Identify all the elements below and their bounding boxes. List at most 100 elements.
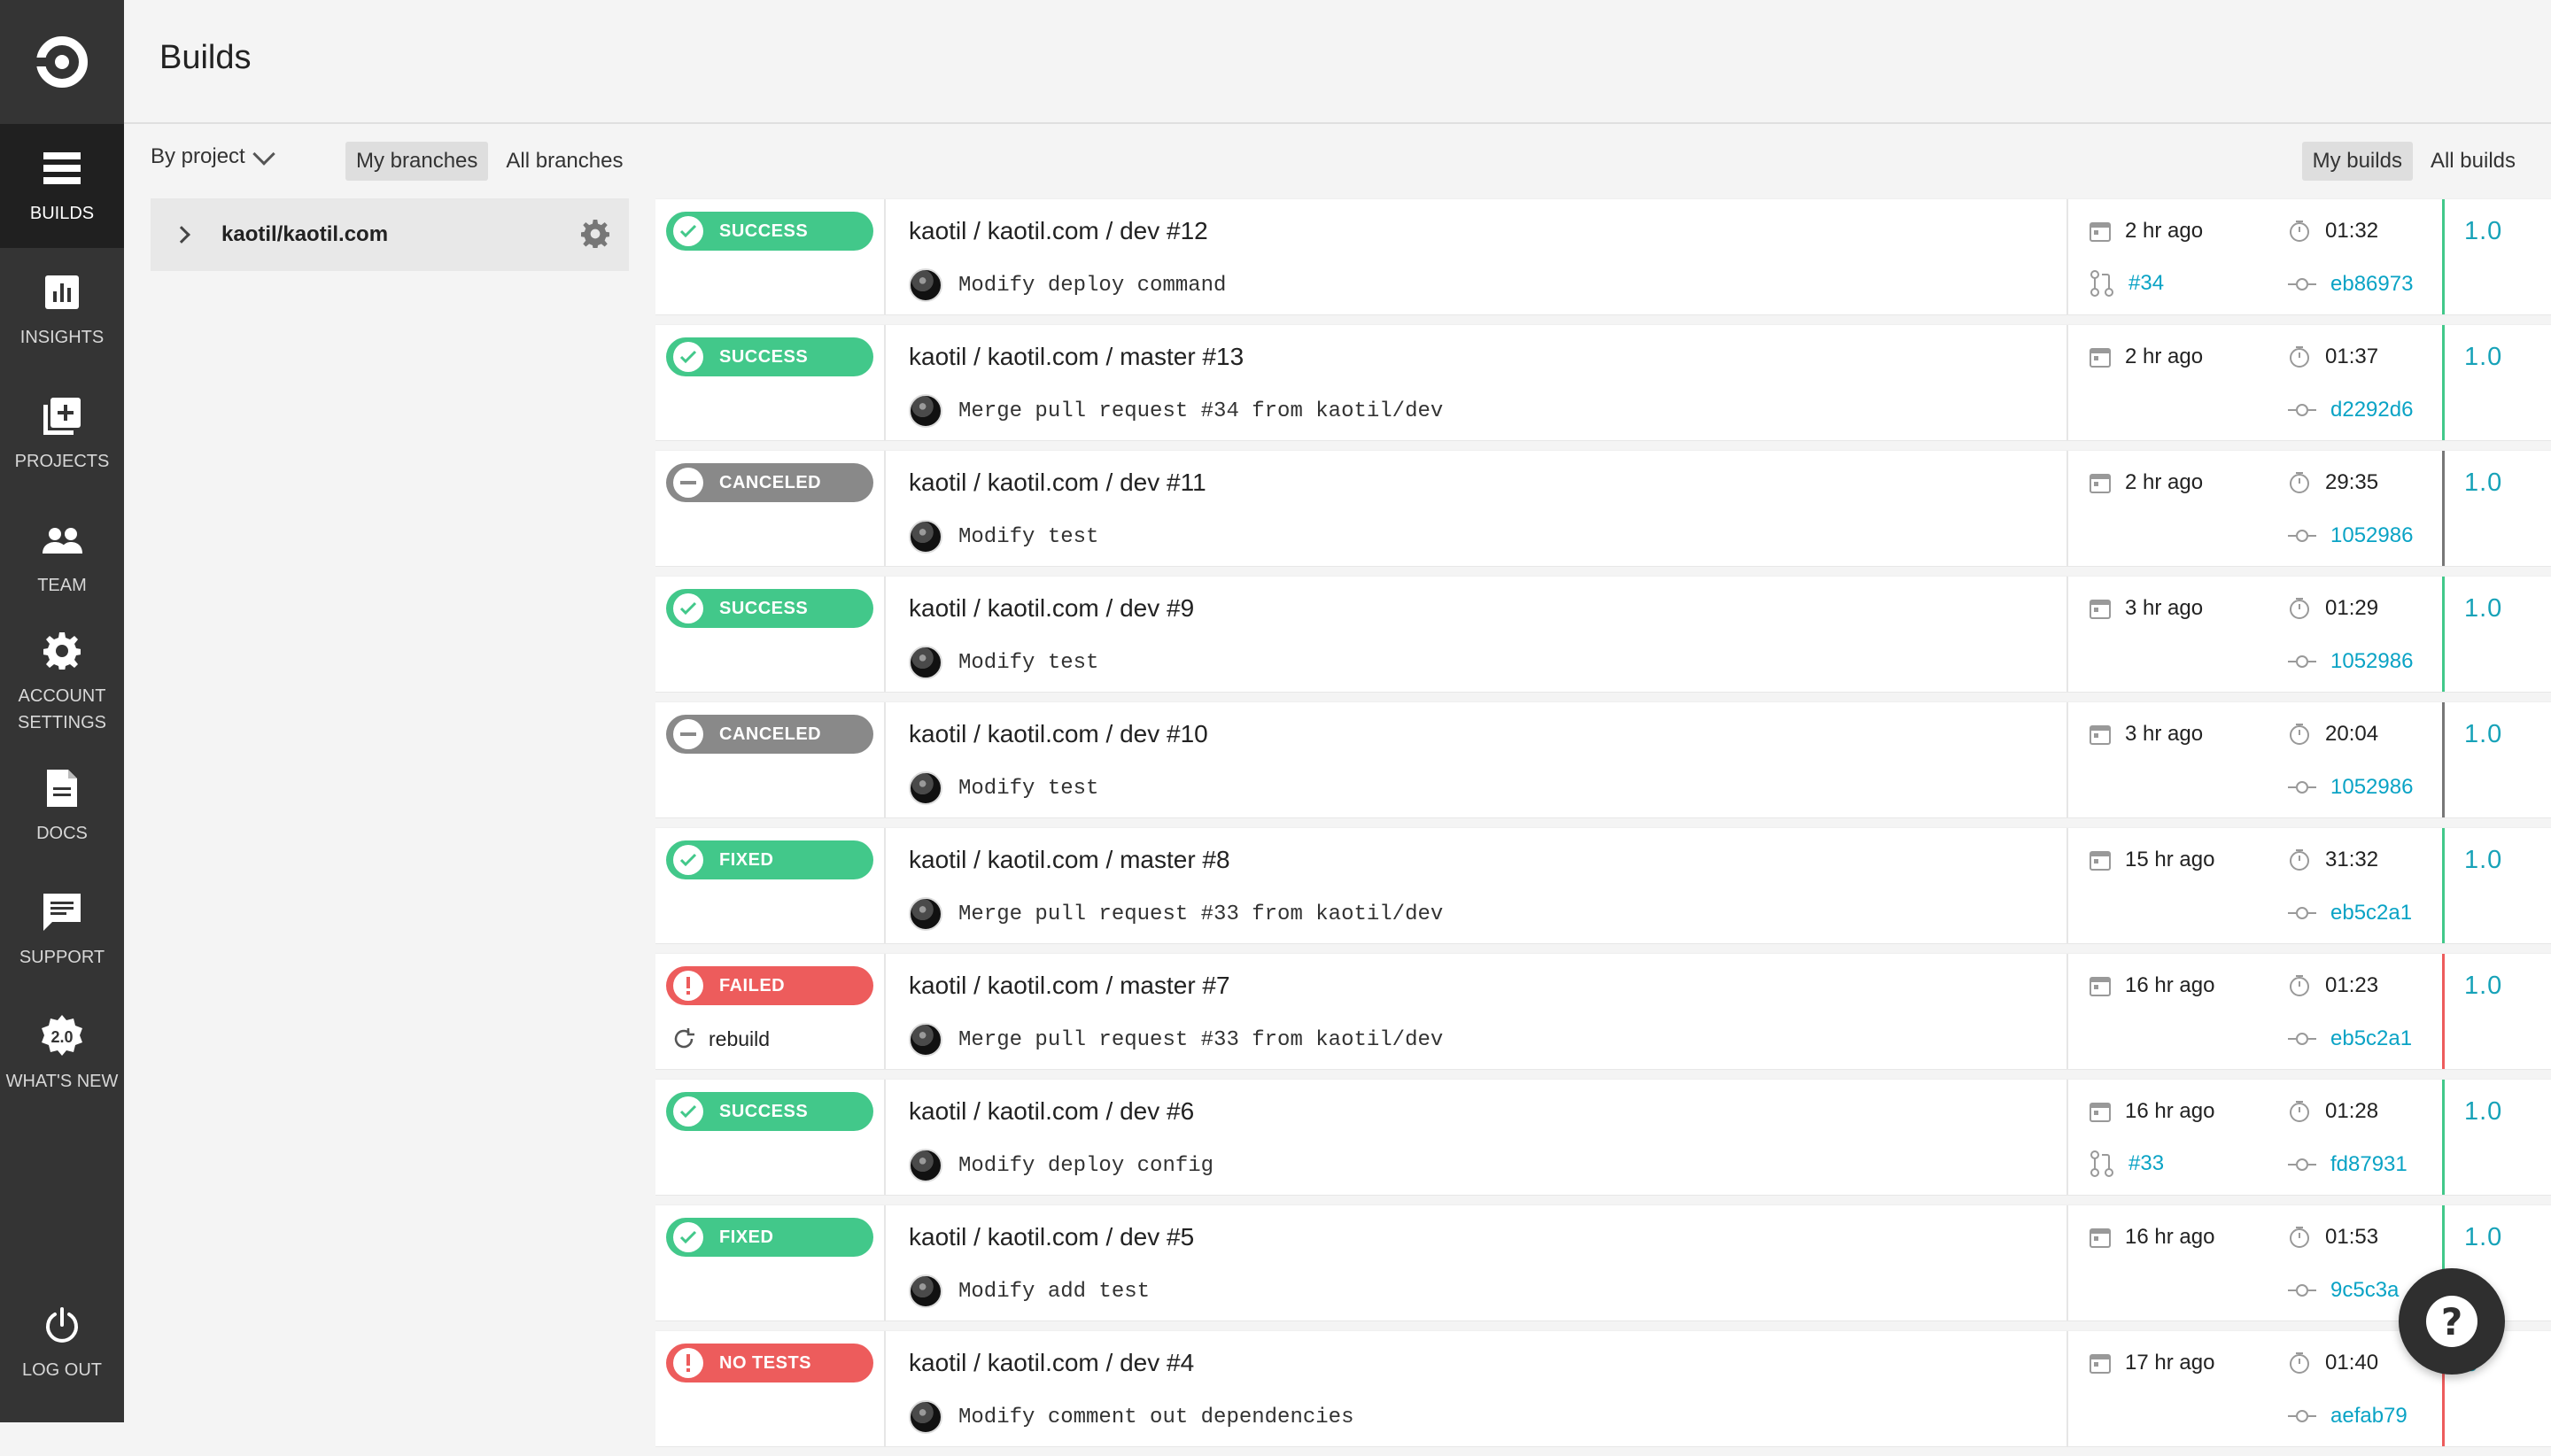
- team-icon: [42, 517, 82, 563]
- version-column: 1.0: [2445, 451, 2551, 566]
- nav-builds[interactable]: BUILDS: [0, 124, 124, 248]
- commit-message: Modify deploy command: [958, 273, 1227, 298]
- commit-link[interactable]: 1052986: [2330, 649, 2413, 674]
- calendar-icon: [2090, 221, 2111, 242]
- commit-line: Modify deploy command: [909, 268, 1226, 302]
- calendar-icon: [2090, 598, 2111, 619]
- version-column: 1.0: [2445, 199, 2551, 314]
- status-badge[interactable]: CANCELED: [666, 715, 873, 754]
- my-branches-tab[interactable]: My branches: [345, 142, 489, 181]
- status-badge[interactable]: FAILED: [666, 966, 873, 1005]
- circleci-logo-icon: [36, 36, 88, 88]
- version-label: 1.0: [2464, 846, 2503, 874]
- build-main: kaotil / kaotil.com / dev #6 Modify depl…: [886, 1080, 2068, 1195]
- duration-value: 01:28: [2325, 1099, 2379, 1123]
- build-row[interactable]: FIXED kaotil / kaotil.com / master #8 Me…: [655, 827, 2551, 944]
- nav-logout[interactable]: LOG OUT: [0, 1281, 124, 1405]
- commit-link[interactable]: eb5c2a1: [2330, 1026, 2412, 1051]
- build-title-link[interactable]: kaotil / kaotil.com / dev #9: [909, 594, 1194, 623]
- commit-link[interactable]: d2292d6: [2330, 398, 2413, 422]
- build-row[interactable]: CANCELED kaotil / kaotil.com / dev #11 M…: [655, 450, 2551, 567]
- build-title-link[interactable]: kaotil / kaotil.com / master #13: [909, 343, 1244, 371]
- filter-bar: By project My branches All branches My b…: [124, 124, 2551, 197]
- build-row[interactable]: SUCCESS kaotil / kaotil.com / dev #12 Mo…: [655, 198, 2551, 315]
- circleci-logo[interactable]: [0, 0, 124, 124]
- commit-link[interactable]: fd87931: [2330, 1152, 2408, 1177]
- nav-support[interactable]: SUPPORT: [0, 868, 124, 992]
- commit-link[interactable]: eb5c2a1: [2330, 901, 2412, 925]
- build-main: kaotil / kaotil.com / master #7 Merge pu…: [886, 954, 2068, 1069]
- commit-link[interactable]: aefab79: [2330, 1404, 2408, 1429]
- build-row[interactable]: SUCCESS kaotil / kaotil.com / dev #6 Mod…: [655, 1079, 2551, 1196]
- build-title-link[interactable]: kaotil / kaotil.com / dev #5: [909, 1223, 1194, 1251]
- duration-value: 01:32: [2325, 219, 2379, 243]
- time-value: 3 hr ago: [2125, 722, 2204, 746]
- project-settings-icon[interactable]: [581, 220, 609, 248]
- all-branches-tab[interactable]: All branches: [495, 142, 633, 181]
- build-title-link[interactable]: kaotil / kaotil.com / dev #11: [909, 469, 1206, 497]
- commit-link[interactable]: 1052986: [2330, 775, 2413, 800]
- build-title-link[interactable]: kaotil / kaotil.com / dev #4: [909, 1349, 1194, 1377]
- commit-link[interactable]: 1052986: [2330, 523, 2413, 548]
- build-title-link[interactable]: kaotil / kaotil.com / dev #6: [909, 1097, 1194, 1126]
- sidebar: BUILDS INSIGHTS PROJECTS TEAM ACCOUNT SE: [0, 0, 124, 1422]
- pull-request-link[interactable]: #33: [2128, 1151, 2164, 1176]
- status-column: SUCCESS: [655, 1080, 886, 1195]
- commit-line: Modify test: [909, 646, 1098, 679]
- status-badge[interactable]: FIXED: [666, 840, 873, 879]
- build-row[interactable]: SUCCESS kaotil / kaotil.com / master #13…: [655, 324, 2551, 441]
- status-column: FIXED: [655, 1205, 886, 1320]
- status-badge[interactable]: SUCCESS: [666, 1092, 873, 1131]
- calendar-icon: [2090, 472, 2111, 493]
- power-icon: [44, 1302, 80, 1348]
- build-row[interactable]: FAILED rebuild kaotil / kaotil.com / mas…: [655, 953, 2551, 1070]
- build-row[interactable]: FIXED kaotil / kaotil.com / dev #5 Modif…: [655, 1204, 2551, 1321]
- nav-account-settings-label: ACCOUNT SETTINGS: [17, 686, 106, 732]
- nav-logout-label: LOG OUT: [21, 1360, 102, 1380]
- by-project-label: By project: [151, 144, 245, 168]
- build-title-link[interactable]: kaotil / kaotil.com / master #7: [909, 972, 1230, 1000]
- nav-projects[interactable]: PROJECTS: [0, 372, 124, 496]
- chevron-right-icon[interactable]: [173, 226, 190, 244]
- build-row[interactable]: CANCELED kaotil / kaotil.com / dev #10 M…: [655, 701, 2551, 818]
- gear-icon: [43, 628, 81, 674]
- status-column: CANCELED: [655, 702, 886, 817]
- duration-value: 20:04: [2325, 722, 2379, 746]
- build-meta: 2 hr ago 01:32 #34 eb86973: [2068, 199, 2445, 314]
- nav-account-settings[interactable]: ACCOUNT SETTINGS: [0, 620, 124, 744]
- nav-insights-label: INSIGHTS: [19, 328, 105, 347]
- time-value: 17 hr ago: [2125, 1351, 2215, 1375]
- calendar-icon: [2090, 1101, 2111, 1122]
- status-label: FAILED: [719, 975, 786, 995]
- nav-docs[interactable]: DOCS: [0, 744, 124, 868]
- by-project-dropdown[interactable]: By project: [151, 142, 275, 169]
- commit-icon: [2288, 402, 2316, 418]
- commit-link[interactable]: eb86973: [2330, 272, 2413, 297]
- nav-team[interactable]: TEAM: [0, 496, 124, 620]
- status-badge[interactable]: SUCCESS: [666, 212, 873, 251]
- status-badge[interactable]: SUCCESS: [666, 337, 873, 376]
- status-badge[interactable]: FIXED: [666, 1218, 873, 1257]
- commit-link[interactable]: 9c5c3a: [2330, 1278, 2399, 1303]
- rebuild-button[interactable]: rebuild: [671, 1026, 770, 1051]
- nav-team-label: TEAM: [37, 576, 87, 595]
- help-button[interactable]: ?: [2399, 1268, 2505, 1375]
- build-main: kaotil / kaotil.com / dev #10 Modify tes…: [886, 702, 2068, 817]
- status-badge[interactable]: SUCCESS: [666, 589, 873, 628]
- build-title-link[interactable]: kaotil / kaotil.com / dev #10: [909, 720, 1208, 748]
- pull-request-link[interactable]: #34: [2128, 271, 2164, 296]
- my-builds-tab[interactable]: My builds: [2301, 142, 2413, 181]
- commit-message: Modify add test: [958, 1279, 1151, 1304]
- commit-line: Modify test: [909, 520, 1098, 554]
- nav-insights[interactable]: INSIGHTS: [0, 248, 124, 372]
- build-title-link[interactable]: kaotil / kaotil.com / dev #12: [909, 217, 1208, 245]
- project-item[interactable]: kaotil/kaotil.com: [151, 198, 629, 271]
- build-row[interactable]: SUCCESS kaotil / kaotil.com / dev #9 Mod…: [655, 576, 2551, 693]
- build-row[interactable]: NO TESTS kaotil / kaotil.com / dev #4 Mo…: [655, 1330, 2551, 1447]
- all-builds-tab[interactable]: All builds: [2420, 142, 2526, 181]
- nav-whats-new[interactable]: 2.0 WHAT'S NEW: [0, 992, 124, 1116]
- status-badge[interactable]: NO TESTS: [666, 1344, 873, 1382]
- duration-value: 01:53: [2325, 1225, 2379, 1249]
- status-badge[interactable]: CANCELED: [666, 463, 873, 502]
- build-title-link[interactable]: kaotil / kaotil.com / master #8: [909, 846, 1230, 874]
